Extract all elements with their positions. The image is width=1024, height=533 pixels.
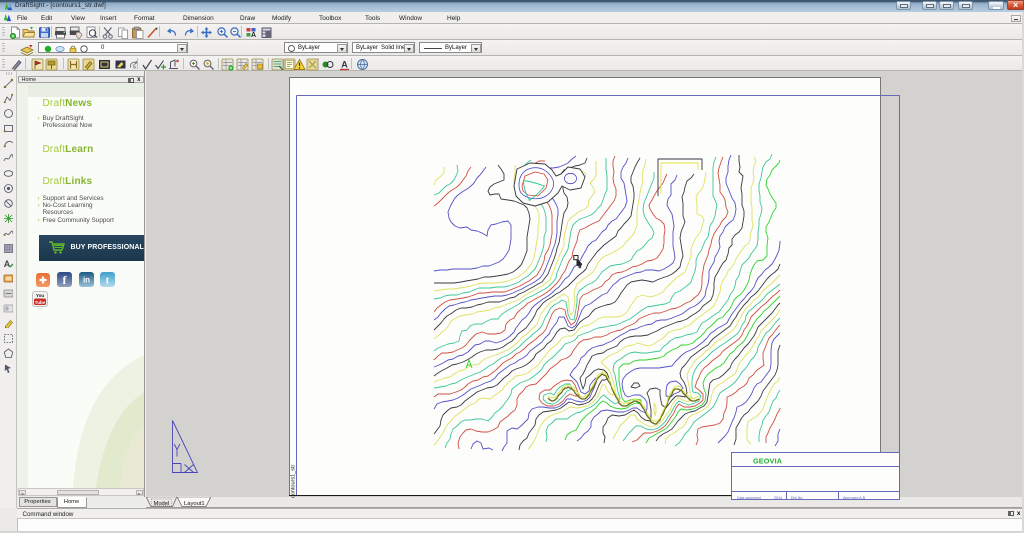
svg-text:Model: Model [154, 501, 170, 507]
svg-text:Approved A.B: Approved A.B [843, 496, 866, 500]
svg-text:2014: 2014 [774, 496, 782, 500]
svg-text:Date approved: Date approved [737, 496, 761, 500]
svg-text:Drn No.: Drn No. [791, 496, 803, 500]
svg-text:GEOVIA: GEOVIA [753, 457, 782, 466]
svg-text:Layout1: Layout1 [184, 501, 205, 507]
svg-text:contours1_str: contours1_str [291, 465, 297, 498]
